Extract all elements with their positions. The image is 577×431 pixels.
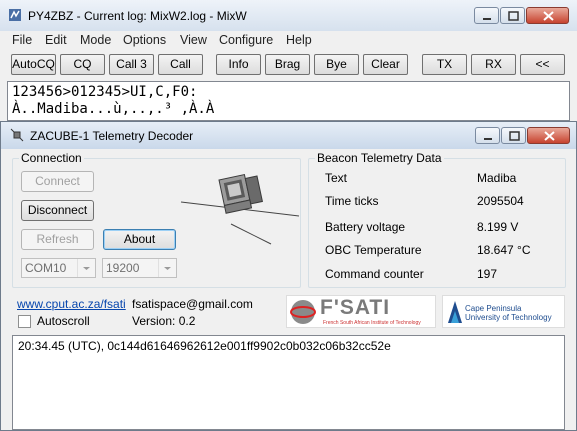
telemetry-label-time-ticks: Time ticks	[325, 194, 379, 208]
back-button[interactable]: <<	[520, 54, 565, 75]
connect-button[interactable]: Connect	[21, 171, 94, 192]
maximize-icon[interactable]	[501, 127, 526, 144]
version-label: Version: 0.2	[132, 314, 196, 328]
refresh-button[interactable]: Refresh	[21, 229, 94, 250]
about-button[interactable]: About	[103, 229, 176, 250]
menu-file[interactable]: File	[12, 31, 32, 49]
menu-mode[interactable]: Mode	[80, 31, 111, 49]
telemetry-label-battery: Battery voltage	[325, 220, 406, 234]
baud-rate-select[interactable]: 19200	[102, 258, 177, 278]
close-icon[interactable]	[527, 127, 570, 144]
rx-line: 123456>012345>UI,C,F0:	[12, 84, 198, 100]
menu-options[interactable]: Options	[123, 31, 166, 49]
cubesat-illustration	[180, 174, 300, 245]
telemetry-value-command-counter: 197	[477, 267, 498, 281]
autocq-button[interactable]: AutoCQ	[11, 54, 56, 75]
cput-emblem-icon	[448, 301, 462, 323]
contact-email: fsatispace@gmail.com	[132, 297, 253, 311]
menu-help[interactable]: Help	[286, 31, 312, 49]
decoder-title: ZACUBE-1 Telemetry Decoder	[30, 129, 194, 143]
cput-line1: Cape Peninsula	[465, 304, 522, 313]
chevron-down-icon	[158, 259, 176, 277]
fsati-website-link[interactable]: www.cput.ac.za/fsati	[17, 297, 126, 311]
rx-line: À..Madiba...ù,..,.³ ,À.À	[12, 101, 215, 117]
telemetry-label-command-counter: Command counter	[325, 267, 424, 281]
telemetry-value-text: Madiba	[477, 171, 517, 185]
bye-button[interactable]: Bye	[314, 54, 359, 75]
telemetry-value-battery: 8.199 V	[477, 220, 519, 234]
window-title: PY4ZBZ - Current log: MixW2.log - MixW	[28, 9, 247, 23]
minimize-icon[interactable]	[475, 127, 500, 144]
maximize-icon[interactable]	[500, 7, 525, 24]
app-icon	[9, 9, 21, 21]
cput-logo: Cape Peninsula University of Technology	[442, 295, 565, 328]
fsati-globe-icon	[290, 300, 316, 324]
cput-line2: University of Technology	[465, 313, 552, 322]
com-port-value: COM10	[25, 261, 67, 275]
telemetry-group-title: Beacon Telemetry Data	[315, 151, 444, 165]
minimize-icon[interactable]	[474, 7, 499, 24]
chevron-down-icon	[77, 259, 95, 277]
call3-button[interactable]: Call 3	[109, 54, 154, 75]
fsati-logo-text: F'SATI	[320, 296, 391, 319]
receive-text-area[interactable]: 123456>012345>UI,C,F0: À..Madiba...ù,..,.…	[7, 81, 570, 121]
autoscroll-label: Autoscroll	[37, 314, 90, 328]
info-button[interactable]: Info	[216, 54, 261, 75]
decoder-window: ZACUBE-1 Telemetry Decoder Connection Co…	[0, 121, 577, 431]
connection-group-title: Connection	[19, 151, 84, 165]
menu-configure[interactable]: Configure	[219, 31, 273, 49]
satellite-app-icon	[10, 128, 24, 142]
telemetry-value-time-ticks: 2095504	[477, 194, 524, 208]
telemetry-label-obc-temp: OBC Temperature	[325, 243, 422, 257]
autoscroll-checkbox[interactable]	[18, 315, 31, 328]
close-icon[interactable]	[526, 7, 569, 24]
menu-view[interactable]: View	[180, 31, 207, 49]
telemetry-label-text: Text	[325, 171, 348, 185]
tx-button[interactable]: TX	[422, 54, 467, 75]
cq-button[interactable]: CQ	[60, 54, 105, 75]
baud-rate-value: 19200	[106, 261, 140, 275]
telemetry-value-obc-temp: 18.647 °C	[477, 243, 531, 257]
mixw-titlebar[interactable]: PY4ZBZ - Current log: MixW2.log - MixW	[0, 0, 577, 31]
macro-toolbar: AutoCQ CQ Call 3 Call Info Brag Bye Clea…	[0, 50, 577, 78]
decoded-log-textarea[interactable]: 20:34.45 (UTC), 0c144d61646962612e001ff9…	[12, 335, 565, 430]
menu-bar: File Edit Mode Options View Configure He…	[0, 31, 577, 50]
clear-button[interactable]: Clear	[363, 54, 408, 75]
fsati-subtitle: French South African Institute of Techno…	[323, 320, 421, 326]
brag-button[interactable]: Brag	[265, 54, 310, 75]
rx-button[interactable]: RX	[471, 54, 516, 75]
telemetry-group: Beacon Telemetry Data Text Madiba Time t…	[308, 151, 566, 288]
disconnect-button[interactable]: Disconnect	[21, 200, 94, 221]
log-line: 20:34.45 (UTC), 0c144d61646962612e001ff9…	[18, 339, 391, 353]
decoder-titlebar[interactable]: ZACUBE-1 Telemetry Decoder	[1, 122, 576, 149]
com-port-select[interactable]: COM10	[21, 258, 96, 278]
call-button[interactable]: Call	[158, 54, 203, 75]
menu-edit[interactable]: Edit	[45, 31, 67, 49]
fsati-logo: F'SATI French South African Institute of…	[286, 295, 436, 328]
